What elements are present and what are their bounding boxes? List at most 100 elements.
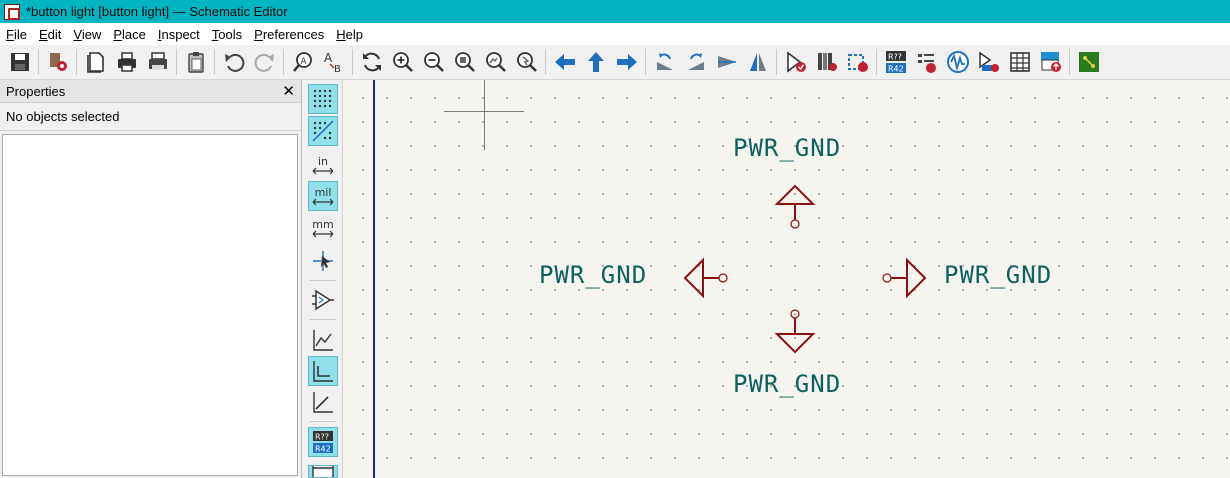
sheet-border — [373, 80, 375, 478]
properties-content-area — [2, 134, 298, 476]
toolbar-separator — [1069, 49, 1070, 75]
refresh-icon[interactable] — [356, 47, 387, 78]
left-toolbar: in mil mm R?? R42 — [303, 80, 343, 478]
toolbar-separator — [352, 49, 353, 75]
power-label-bottom[interactable]: PWR_GND — [733, 370, 841, 398]
units-inch-label: in — [317, 154, 329, 168]
power-symbol-bottom[interactable] — [774, 308, 816, 354]
toolbar-separator — [645, 49, 646, 75]
menu-help[interactable]: Help — [330, 27, 369, 42]
properties-status: No objects selected — [0, 103, 301, 131]
toolbar-separator — [310, 421, 336, 422]
print-icon[interactable] — [111, 47, 142, 78]
menu-inspect[interactable]: Inspect — [152, 27, 206, 42]
properties-header: Properties ✕ — [0, 80, 301, 103]
window-title: *button light [button light] — Schematic… — [26, 4, 288, 19]
svg-text:R??: R?? — [315, 433, 329, 442]
symbol-editor-icon[interactable] — [780, 47, 811, 78]
menu-tools[interactable]: Tools — [206, 27, 248, 42]
save-icon[interactable] — [4, 47, 35, 78]
erc-icon[interactable] — [911, 47, 942, 78]
units-mm-button[interactable]: mm — [308, 213, 338, 243]
menu-edit[interactable]: Edit — [33, 27, 67, 42]
navigate-forward-icon[interactable] — [611, 47, 642, 78]
assign-footprints-icon[interactable] — [973, 47, 1004, 78]
grid-overrides-icon[interactable] — [308, 116, 338, 146]
power-label-left[interactable]: PWR_GND — [539, 261, 647, 289]
redo-icon[interactable] — [249, 47, 280, 78]
cursor-crosshair-horizontal — [444, 111, 524, 112]
toolbar-separator — [545, 49, 546, 75]
paste-icon[interactable] — [180, 47, 211, 78]
menu-preferences[interactable]: Preferences — [248, 27, 330, 42]
table-tool-icon[interactable] — [308, 465, 338, 478]
cursor-crosshair-vertical — [484, 80, 485, 150]
line-mode-45-icon[interactable] — [308, 387, 338, 417]
svg-text:R42: R42 — [315, 445, 331, 454]
units-inch-button[interactable]: in — [308, 150, 338, 180]
toolbar-separator — [310, 280, 336, 281]
toolbar-separator — [76, 49, 77, 75]
svg-text:A: A — [300, 57, 307, 67]
hidden-pins-icon[interactable] — [308, 285, 338, 315]
power-label-top[interactable]: PWR_GND — [733, 134, 841, 162]
power-symbol-right[interactable] — [881, 257, 927, 299]
units-mil-label: mil — [314, 185, 332, 199]
pcb-editor-icon[interactable] — [1073, 47, 1104, 78]
zoom-out-icon[interactable] — [418, 47, 449, 78]
svg-text:R??: R?? — [888, 53, 902, 62]
svg-text:R42: R42 — [888, 65, 904, 74]
symbol-browser-icon[interactable] — [811, 47, 842, 78]
toolbar-separator — [214, 49, 215, 75]
footprint-assign-icon[interactable] — [842, 47, 873, 78]
units-mm-label: mm — [312, 217, 334, 231]
toolbar-separator — [776, 49, 777, 75]
grid-dots-icon[interactable] — [308, 84, 338, 114]
navigate-up-icon[interactable] — [580, 47, 611, 78]
simulator-icon[interactable] — [942, 47, 973, 78]
find-replace-icon[interactable]: AB — [318, 47, 349, 78]
plot-icon[interactable] — [142, 47, 173, 78]
menu-file[interactable]: File — [0, 27, 33, 42]
menu-view[interactable]: View — [67, 27, 107, 42]
zoom-in-icon[interactable] — [387, 47, 418, 78]
app-icon — [4, 3, 20, 20]
bom-table-icon[interactable] — [1004, 47, 1035, 78]
rotate-cw-icon[interactable] — [680, 47, 711, 78]
power-symbol-top[interactable] — [774, 184, 816, 230]
toolbar-separator — [310, 319, 336, 320]
zoom-selection-icon[interactable] — [511, 47, 542, 78]
undo-icon[interactable] — [218, 47, 249, 78]
mirror-v-icon[interactable] — [711, 47, 742, 78]
line-mode-free-icon[interactable] — [308, 325, 338, 355]
toolbar-separator — [38, 49, 39, 75]
title-bar: *button light [button light] — Schematic… — [0, 0, 1230, 23]
find-icon[interactable]: A — [287, 47, 318, 78]
line-mode-90-icon[interactable] — [308, 356, 338, 386]
annotate-left-icon[interactable]: R?? R42 — [308, 427, 338, 457]
toolbar-separator — [876, 49, 877, 75]
rotate-ccw-icon[interactable] — [649, 47, 680, 78]
annotate-icon[interactable]: R?? R42 — [880, 47, 911, 78]
zoom-objects-icon[interactable] — [480, 47, 511, 78]
close-icon[interactable]: ✕ — [282, 82, 295, 100]
navigate-back-icon[interactable] — [549, 47, 580, 78]
mirror-h-icon[interactable] — [742, 47, 773, 78]
schematic-setup-icon[interactable] — [42, 47, 73, 78]
zoom-fit-icon[interactable] — [449, 47, 480, 78]
properties-title: Properties — [6, 83, 66, 99]
svg-text:A: A — [324, 51, 333, 65]
menu-place[interactable]: Place — [107, 27, 152, 42]
units-mil-button[interactable]: mil — [308, 181, 338, 211]
page-settings-icon[interactable] — [80, 47, 111, 78]
power-symbol-left[interactable] — [683, 257, 729, 299]
main-toolbar: A AB R?? R42 — [0, 45, 1230, 80]
cursor-crosshair-icon[interactable] — [308, 246, 338, 276]
svg-text:B: B — [334, 64, 341, 74]
generate-bom-icon[interactable] — [1035, 47, 1066, 78]
schematic-canvas[interactable]: PWR_GND PWR_GND PWR_GND PWR_GND — [343, 80, 1230, 478]
toolbar-separator — [283, 49, 284, 75]
properties-panel: Properties ✕ No objects selected — [0, 80, 302, 478]
power-label-right[interactable]: PWR_GND — [944, 261, 1052, 289]
toolbar-separator — [176, 49, 177, 75]
